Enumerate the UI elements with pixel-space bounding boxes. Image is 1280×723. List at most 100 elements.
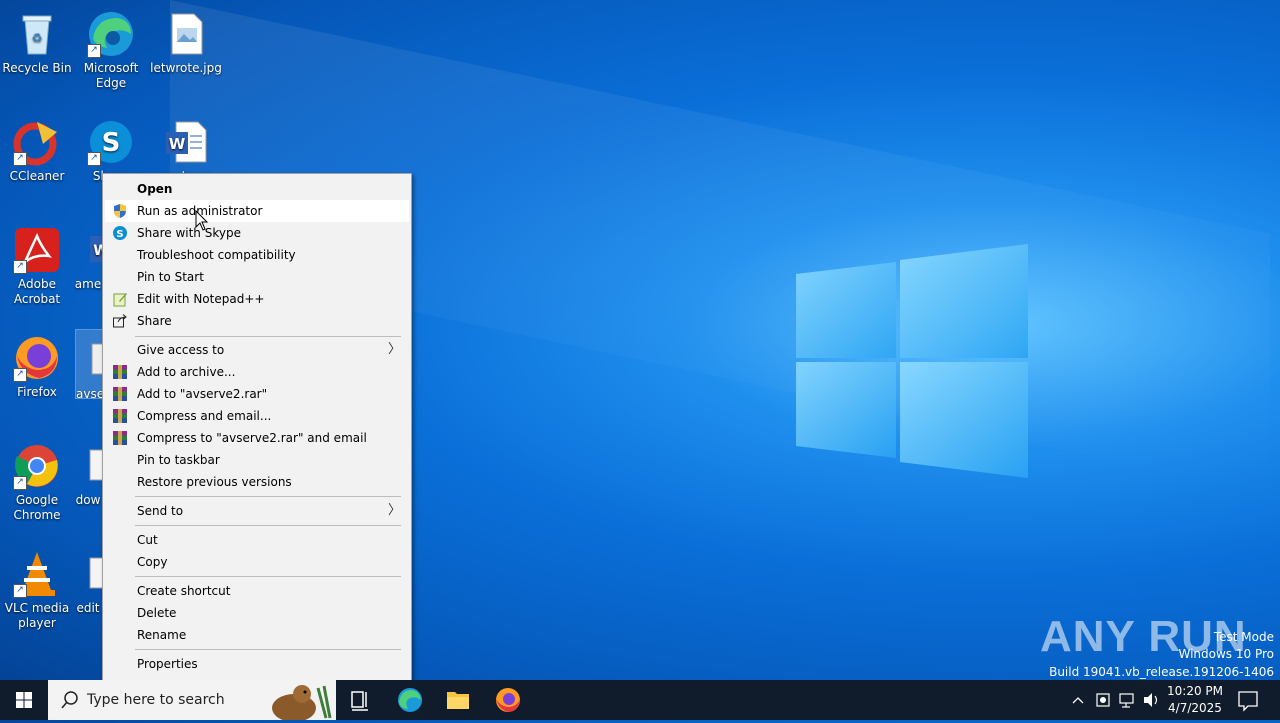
build-label: Build 19041.vb_release.191206-1406: [1049, 665, 1274, 679]
desktop-icon-recycle-bin[interactable]: ♻ Recycle Bin: [0, 4, 74, 76]
menu-item-label: Compress and email...: [137, 409, 272, 423]
menu-item-add-to-avserve2-rar[interactable]: Add to "avserve2.rar": [105, 383, 409, 405]
word-document-icon: W: [86, 226, 102, 274]
menu-item-properties[interactable]: Properties: [105, 653, 409, 675]
desktop-icon-label: letwrote.jpg: [150, 61, 222, 75]
desktop-icon-adobe-acrobat[interactable]: ↗ Adobe Acrobat: [0, 220, 74, 307]
shortcut-arrow-icon: ↗: [13, 584, 27, 598]
network-button[interactable]: [1116, 680, 1138, 720]
desktop-icon-label: Microsoft Edge: [83, 61, 139, 90]
desktop-icon-vlc[interactable]: ↗ VLC media player: [0, 544, 74, 631]
menu-item-label: Give access to: [137, 343, 225, 357]
skype-icon: S: [112, 225, 128, 241]
desktop-icon-label: Adobe Acrobat: [13, 277, 61, 306]
desktop-icon-label: VLC media player: [4, 601, 70, 630]
test-mode-label: Test Mode: [1213, 630, 1274, 644]
menu-item-pin-to-start[interactable]: Pin to Start: [105, 266, 409, 288]
desktop-icon-edge[interactable]: ↗ Microsoft Edge: [74, 4, 148, 91]
task-view-button[interactable]: [336, 680, 384, 720]
chevron-up-icon: [1072, 697, 1084, 704]
desktop-icon-ccleaner[interactable]: ↗ CCleaner: [0, 112, 74, 184]
menu-item-share[interactable]: Share: [105, 310, 409, 332]
menu-item-run-as-administrator[interactable]: Run as administrator: [105, 200, 409, 222]
taskbar-edge-button[interactable]: [386, 680, 434, 720]
taskbar-firefox-button[interactable]: [484, 680, 532, 720]
menu-item-cut[interactable]: Cut: [105, 529, 409, 551]
windows-edition-label: Windows 10 Pro: [1178, 647, 1274, 661]
menu-item-pin-to-taskbar[interactable]: Pin to taskbar: [105, 449, 409, 471]
chrome-icon: ↗: [13, 442, 61, 490]
menu-item-label: Properties: [137, 657, 198, 671]
submenu-arrow-icon: 〉: [387, 503, 401, 518]
desktop-icon-avserve2[interactable]: avse: [75, 329, 103, 399]
menu-item-label: Send to: [137, 504, 184, 518]
menu-item-compress-to-rar-and-email[interactable]: Compress to "avserve2.rar" and email: [105, 427, 409, 449]
windows-start-icon: [16, 692, 32, 708]
action-center-button[interactable]: [1232, 680, 1264, 720]
desktop-icon-dow[interactable]: dow: [74, 436, 102, 508]
taskbar: Type here to search 10:20 PM 4/7/2025: [0, 680, 1280, 720]
menu-item-copy[interactable]: Copy: [105, 551, 409, 573]
desktop-icon-label: Google Chrome: [13, 493, 61, 522]
desktop-icon-google-chrome[interactable]: ↗ Google Chrome: [0, 436, 74, 523]
acrobat-icon: ↗: [13, 226, 61, 274]
menu-item-label: Open: [137, 182, 173, 196]
mouse-cursor-icon: [195, 209, 209, 232]
desktop-icon-label: dow: [75, 493, 101, 507]
menu-item-edit-with-notepadpp[interactable]: Edit with Notepad++: [105, 288, 409, 310]
menu-item-open[interactable]: Open: [105, 178, 409, 200]
desktop-icon-label: Recycle Bin: [2, 61, 72, 75]
menu-item-label: Rename: [137, 628, 187, 642]
svg-text:W: W: [169, 135, 186, 153]
menu-item-label: Create shortcut: [137, 584, 231, 598]
taskbar-file-explorer-button[interactable]: [434, 680, 482, 720]
menu-item-create-shortcut[interactable]: Create shortcut: [105, 580, 409, 602]
desktop-icon-ame[interactable]: W ame: [74, 220, 102, 292]
shortcut-arrow-icon: ↗: [87, 44, 101, 58]
search-highlight-beaver-icon: [272, 685, 332, 720]
folder-icon: [447, 692, 469, 709]
menu-item-rename[interactable]: Rename: [105, 624, 409, 646]
desktop-icon-label: Firefox: [17, 385, 57, 399]
tray-app-icon-button[interactable]: [1092, 680, 1114, 720]
desktop-icon-edit[interactable]: edit: [74, 544, 102, 616]
menu-item-compress-and-email[interactable]: Compress and email...: [105, 405, 409, 427]
search-icon: [61, 691, 78, 709]
executable-file-icon: [88, 336, 102, 384]
notification-icon: [1238, 691, 1258, 712]
desktop-icon-label: edit: [76, 601, 100, 615]
volume-icon: [1144, 693, 1158, 707]
share-icon: [112, 313, 128, 329]
menu-item-give-access-to[interactable]: Give access to 〉: [105, 339, 409, 361]
menu-item-add-to-archive[interactable]: Add to archive...: [105, 361, 409, 383]
edge-icon: [398, 688, 422, 712]
windows-logo-wallpaper: [790, 240, 1030, 480]
taskbar-clock[interactable]: 10:20 PM 4/7/2025: [1160, 683, 1230, 717]
taskbar-search-box[interactable]: Type here to search: [48, 680, 336, 720]
menu-item-send-to[interactable]: Send to 〉: [105, 500, 409, 522]
menu-item-label: Add to archive...: [137, 365, 236, 379]
start-button[interactable]: [0, 680, 48, 720]
menu-item-share-with-skype[interactable]: S Share with Skype: [105, 222, 409, 244]
desktop-icon-letwrote[interactable]: letwrote.jpg: [149, 4, 223, 76]
volume-button[interactable]: [1140, 680, 1162, 720]
skype-icon: S ↗: [87, 118, 135, 166]
shortcut-arrow-icon: ↗: [13, 476, 27, 490]
clock-time: 10:20 PM: [1167, 684, 1223, 698]
menu-item-restore-previous-versions[interactable]: Restore previous versions: [105, 471, 409, 493]
firefox-icon: [496, 688, 520, 712]
menu-separator: [135, 336, 401, 337]
svg-text:♻: ♻: [32, 31, 43, 45]
menu-item-label: Pin to Start: [137, 270, 204, 284]
show-hidden-icons-button[interactable]: [1068, 680, 1088, 720]
file-icon: [86, 550, 102, 598]
menu-separator: [135, 576, 401, 577]
winrar-icon: [112, 386, 128, 402]
menu-item-troubleshoot-compatibility[interactable]: Troubleshoot compatibility: [105, 244, 409, 266]
file-icon: [86, 442, 102, 490]
desktop-icon-label: CCleaner: [9, 169, 65, 183]
desktop-icon-firefox[interactable]: ↗ Firefox: [0, 328, 74, 400]
menu-item-delete[interactable]: Delete: [105, 602, 409, 624]
clock-date: 4/7/2025: [1168, 701, 1222, 715]
edge-icon: ↗: [87, 10, 135, 58]
